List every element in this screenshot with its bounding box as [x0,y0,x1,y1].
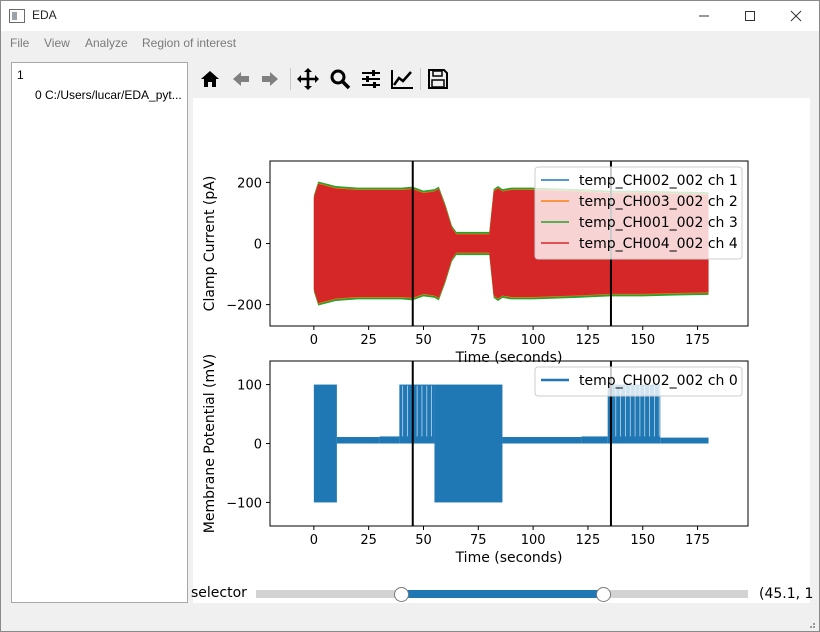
app-icon [9,9,25,23]
range-slider-handle-start[interactable] [394,587,410,602]
minimize-button[interactable] [681,1,727,31]
tree-item-root[interactable]: 1 [17,68,24,82]
tree-item-file[interactable]: 0 C:/Users/lucar/EDA_pyt... [35,88,182,102]
plot-toolbar [193,62,810,96]
plot-canvas[interactable] [193,98,810,603]
menu-region-of-interest[interactable]: Region of interest [142,36,236,50]
zoom-icon [330,69,351,90]
menu-file[interactable]: File [10,36,29,50]
edit-axis-icon [391,70,413,89]
zoom-button[interactable] [326,65,354,93]
pan-button[interactable] [294,65,322,93]
close-icon [790,10,802,22]
menu-view[interactable]: View [44,36,70,50]
menu-bar: File View Analyze Region of interest [1,32,819,54]
maximize-icon [745,11,755,21]
back-icon [233,72,249,86]
save-icon [428,69,448,89]
pan-icon [297,68,319,90]
toolbar-separator [290,68,291,90]
file-tree[interactable]: 1 0 C:/Users/lucar/EDA_pyt... [11,62,188,603]
toolbar-separator [420,68,421,90]
save-button[interactable] [424,65,452,93]
edit-axis-button[interactable] [388,65,416,93]
range-slider-fill [401,590,604,598]
configure-subplots-icon [362,70,380,88]
configure-subplots-button[interactable] [357,65,385,93]
menu-analyze[interactable]: Analyze [85,36,128,50]
back-button[interactable] [227,65,255,93]
range-slider-track[interactable] [256,590,748,598]
title-bar[interactable]: EDA [1,1,819,31]
home-icon [201,71,219,87]
window-title: EDA [32,8,57,22]
home-button[interactable] [196,65,224,93]
slider-label: selector [191,585,247,601]
maximize-button[interactable] [727,1,773,31]
close-button[interactable] [773,1,819,31]
forward-button[interactable] [256,65,284,93]
minimize-icon [699,15,709,17]
slider-value: (45.1, 1 [759,586,814,602]
forward-icon [262,72,278,86]
resize-grip-icon[interactable] [806,619,816,629]
